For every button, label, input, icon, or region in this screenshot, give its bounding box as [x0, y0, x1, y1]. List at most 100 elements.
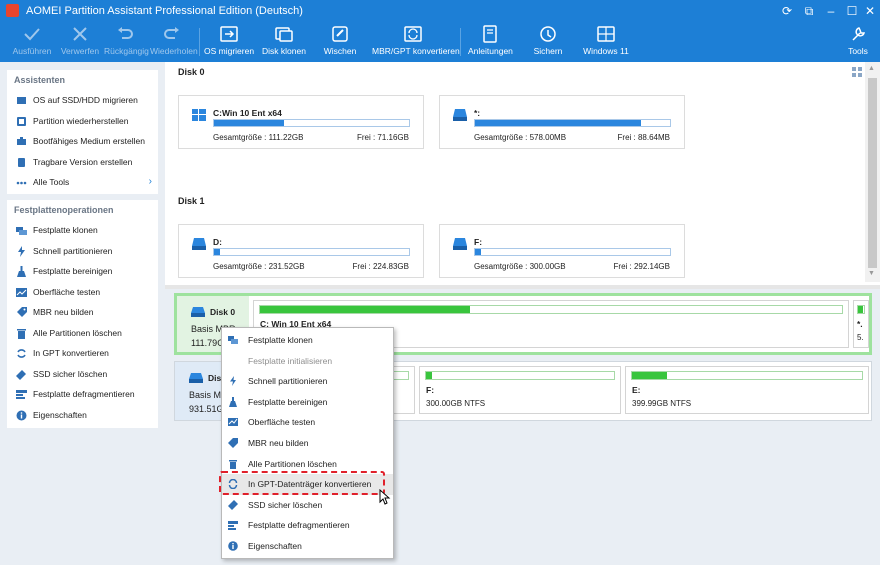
partition-name: *: — [474, 108, 481, 118]
menu-item-properties[interactable]: Eigenschaften — [222, 536, 393, 557]
info-icon — [16, 410, 27, 420]
sidebar-item-surface-test[interactable]: Oberfläche testen — [7, 282, 158, 303]
portable-icon — [18, 157, 25, 167]
menu-item-quick-partition[interactable]: Schnell partitionieren — [222, 371, 393, 392]
sidebar-item-delete-all-partitions[interactable]: Alle Partitionen löschen — [7, 323, 158, 344]
minimize-button[interactable]: – — [820, 2, 842, 20]
scroll-down-icon[interactable]: ▼ — [868, 270, 875, 277]
info-icon — [228, 541, 238, 551]
sidebar-item-portable-version[interactable]: Tragbare Version erstellen — [7, 152, 158, 173]
sidebar-item-wipe-disk[interactable]: Festplatte bereinigen — [7, 261, 158, 282]
toolbar-windows11-button[interactable]: Windows 11 — [582, 24, 630, 60]
backup-icon — [540, 26, 556, 42]
sidebar-item-properties[interactable]: Eigenschaften — [7, 405, 158, 426]
window-title: AOMEI Partition Assistant Professional E… — [26, 5, 303, 17]
sidebar-item-migrate-os[interactable]: OS auf SSD/HDD migrieren — [7, 90, 158, 111]
toolbar-undo-button[interactable]: Rückgängig — [104, 24, 149, 60]
broom-icon — [17, 266, 26, 277]
sidebar-item-rebuild-mbr[interactable]: MBR neu bilden — [7, 302, 158, 323]
usage-fill — [475, 120, 641, 126]
toolbar-redo-button[interactable]: Wiederholen — [150, 24, 198, 60]
segment-info: 399.99GB NTFS — [632, 399, 692, 408]
menu-item-defragment[interactable]: Festplatte defragmentieren — [222, 515, 393, 536]
disk-type: Basis M — [189, 390, 222, 400]
vertical-scrollbar[interactable]: ▲ ▼ — [865, 62, 880, 282]
disk-clone-icon — [275, 27, 293, 42]
menu-item-initialize-disk[interactable]: Festplatte initialisieren — [222, 351, 393, 372]
defrag-icon — [228, 521, 238, 531]
sidebar-item-all-tools[interactable]: Alle Tools › — [7, 172, 158, 193]
scroll-up-icon[interactable]: ▲ — [868, 65, 875, 72]
partition-usage-bar — [213, 119, 410, 127]
menu-item-clone-disk[interactable]: Festplatte klonen — [222, 330, 393, 351]
partition-name: D: — [213, 237, 222, 247]
migrate-icon — [17, 97, 26, 104]
partition-total-size: Gesamtgröße : 231.52GB — [213, 262, 305, 271]
segment-usage-bar — [425, 371, 615, 380]
disk-name: Dis — [208, 373, 222, 383]
surface-test-icon — [16, 287, 27, 297]
usage-fill — [632, 372, 667, 379]
partition-card-star[interactable]: *: Gesamtgröße : 578.00MB Frei : 88.64MB — [439, 95, 685, 149]
toolbar-os-migrate-button[interactable]: OS migrieren — [204, 24, 254, 60]
partition-free-size: Frei : 88.64MB — [617, 133, 670, 142]
toolbar-wipe-button[interactable]: Wischen — [318, 24, 362, 60]
toolbar: Ausführen Verwerfen Rückgängig Wiederhol… — [0, 22, 880, 62]
trash-icon — [229, 459, 237, 469]
sidebar-item-convert-gpt[interactable]: In GPT konvertieren — [7, 343, 158, 364]
partition-usage-bar — [474, 248, 671, 256]
toolbar-discard-button[interactable]: Verwerfen — [60, 24, 100, 60]
partition-usage-bar — [213, 248, 410, 256]
highlight-annotation — [219, 471, 385, 495]
segment-label: *. — [857, 319, 863, 329]
usage-fill — [858, 306, 864, 313]
sidebar-item-quick-partition[interactable]: Schnell partitionieren — [7, 241, 158, 262]
segment-info: 5. — [857, 333, 864, 342]
disk-icon — [189, 373, 203, 383]
menu-item-ssd-secure-erase[interactable]: SSD sicher löschen — [222, 495, 393, 516]
toolbar-apply-button[interactable]: Ausführen — [12, 24, 52, 60]
sidebar-item-clone-disk[interactable]: Festplatte klonen — [7, 220, 158, 241]
partition-card-c[interactable]: C:Win 10 Ent x64 Gesamtgröße : 111.22GB … — [178, 95, 424, 149]
windows-icon — [192, 109, 206, 121]
check-icon — [24, 28, 40, 41]
toolbar-disk-clone-button[interactable]: Disk klonen — [262, 24, 306, 60]
disk-clone-icon — [228, 336, 238, 344]
menu-item-rebuild-mbr[interactable]: MBR neu bilden — [222, 433, 393, 454]
sidebar-item-bootable-media[interactable]: Bootfähiges Medium erstellen — [7, 131, 158, 152]
restore-window-icon[interactable]: ⧉ — [798, 2, 820, 20]
eraser-icon — [16, 369, 26, 380]
mouse-cursor-icon — [379, 489, 391, 505]
toolbar-backup-button[interactable]: Sichern — [526, 24, 570, 60]
drive-icon — [192, 238, 206, 250]
segment-info: 300.00GB NTFS — [426, 399, 486, 408]
disk-context-menu: Festplatte klonen Festplatte initialisie… — [221, 327, 394, 559]
wipe-icon — [332, 26, 348, 42]
disk-operations-heading: Festplattenoperationen — [14, 205, 114, 215]
menu-item-surface-test[interactable]: Oberfläche testen — [222, 412, 393, 433]
segment-label: E: — [632, 385, 641, 395]
toolbar-mbr-gpt-convert-button[interactable]: MBR/GPT konvertieren — [372, 24, 460, 60]
sidebar-item-defragment[interactable]: Festplatte defragmentieren — [7, 384, 158, 405]
sidebar-item-ssd-secure-erase[interactable]: SSD sicher löschen — [7, 364, 158, 385]
toolbar-tools-button[interactable]: Tools — [842, 24, 874, 60]
disk-clone-icon — [16, 227, 27, 235]
partition-free-size: Frei : 292.14GB — [613, 262, 670, 271]
toolbar-guides-button[interactable]: Anleitungen — [468, 24, 513, 60]
sidebar-item-recover-partition[interactable]: Partition wiederherstellen — [7, 111, 158, 132]
refresh-icon[interactable]: ⟳ — [776, 2, 798, 20]
partition-segment-f[interactable]: F: 300.00GB NTFS — [419, 366, 621, 414]
toolbar-separator — [460, 28, 461, 56]
partition-card-f[interactable]: F: Gesamtgröße : 300.00GB Frei : 292.14G… — [439, 224, 685, 278]
partition-name: C:Win 10 Ent x64 — [213, 108, 282, 118]
close-button[interactable]: ✕ — [859, 2, 880, 20]
menu-item-wipe-disk[interactable]: Festplatte bereinigen — [222, 392, 393, 413]
view-toggle-icon[interactable] — [852, 67, 863, 78]
partition-segment-e[interactable]: E: 399.99GB NTFS — [625, 366, 869, 414]
disk-icon — [191, 307, 205, 317]
scroll-thumb[interactable] — [868, 78, 877, 268]
partition-card-d[interactable]: D: Gesamtgröße : 231.52GB Frei : 224.83G… — [178, 224, 424, 278]
partition-segment-star[interactable]: *. 5. — [853, 300, 869, 348]
eraser-icon — [228, 499, 238, 510]
drive-icon — [453, 238, 467, 250]
